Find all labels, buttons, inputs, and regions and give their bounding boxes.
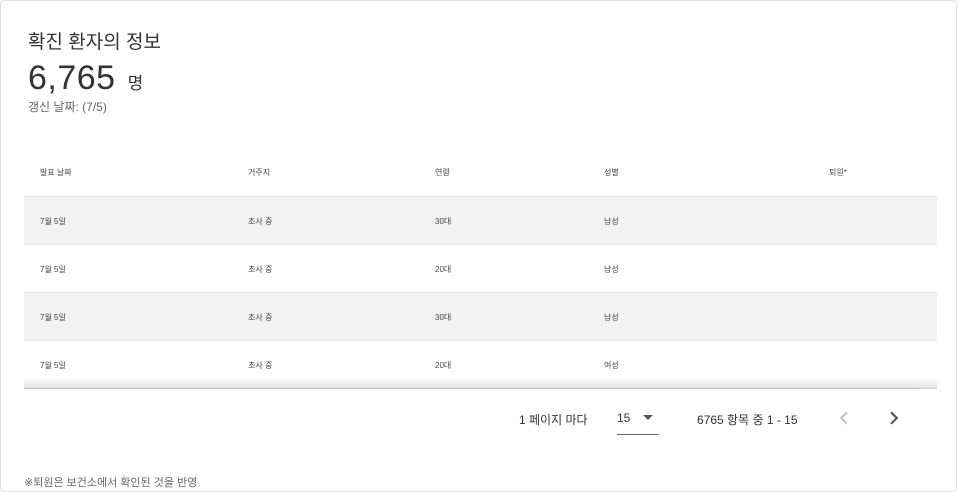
header-announce-date[interactable]: 발표 날짜 [40, 167, 72, 178]
discharge-footnote: ※퇴원은 보건소에서 확인된 것을 반영 [24, 477, 198, 489]
header-residence[interactable]: 거주지 [248, 167, 270, 178]
confirmed-patients-card: 확진 환자의 정보 6,765 명 갱신 날짜: (7/5) 발표 날짜 거주지… [0, 0, 957, 492]
cell-age: 30대 [435, 217, 452, 226]
table-row: 7월 5일 조사 중 30대 남성 [24, 197, 937, 245]
cell-age: 20대 [435, 361, 452, 370]
rows-per-page-label: 1 페이지 마다 [519, 413, 588, 427]
count-unit: 명 [127, 74, 144, 93]
patient-count-row: 6,765 명 [28, 59, 143, 98]
page-range-text: 6765 항목 중 1 - 15 [697, 413, 798, 427]
table-row: 7월 5일 조사 중 20대 남성 [24, 245, 937, 293]
chevron-right-icon [890, 411, 899, 425]
cell-residence: 조사 중 [248, 217, 273, 226]
previous-page-button[interactable] [831, 405, 857, 431]
cell-age: 20대 [435, 265, 452, 274]
horizontal-scrollbar[interactable] [24, 388, 919, 389]
header-gender[interactable]: 성별 [604, 167, 619, 178]
dropdown-caret-icon [643, 415, 653, 420]
cell-residence: 조사 중 [248, 313, 273, 322]
cell-date: 7월 5일 [40, 361, 66, 370]
table-row: 7월 5일 조사 중 20대 여성 [24, 341, 937, 389]
cell-date: 7월 5일 [40, 313, 66, 322]
header-discharged[interactable]: 퇴원* [829, 167, 847, 178]
chevron-left-icon [839, 411, 848, 425]
patient-count: 6,765 [28, 59, 116, 97]
rows-per-page-select[interactable]: 15 [617, 405, 659, 435]
next-page-button[interactable] [881, 405, 907, 431]
card-title: 확진 환자의 정보 [28, 32, 161, 53]
cell-date: 7월 5일 [40, 265, 66, 274]
table-body[interactable]: 7월 5일 조사 중 30대 남성 7월 5일 조사 중 20대 남성 7월 5… [24, 197, 937, 389]
patients-table: 발표 날짜 거주지 연령 성별 퇴원* 7월 5일 조사 중 30대 남성 7월… [24, 148, 937, 389]
updated-date: 갱신 날짜: (7/5) [28, 100, 107, 114]
cell-gender: 여성 [604, 361, 619, 370]
rows-per-page-value: 15 [617, 411, 631, 425]
header-age[interactable]: 연령 [435, 167, 450, 178]
cell-date: 7월 5일 [40, 217, 66, 226]
cell-gender: 남성 [604, 217, 619, 226]
cell-gender: 남성 [604, 313, 619, 322]
table-header: 발표 날짜 거주지 연령 성별 퇴원* [24, 148, 937, 197]
cell-residence: 조사 중 [248, 361, 273, 370]
table-row: 7월 5일 조사 중 30대 남성 [24, 293, 937, 341]
cell-age: 30대 [435, 313, 452, 322]
cell-gender: 남성 [604, 265, 619, 274]
cell-residence: 조사 중 [248, 265, 273, 274]
